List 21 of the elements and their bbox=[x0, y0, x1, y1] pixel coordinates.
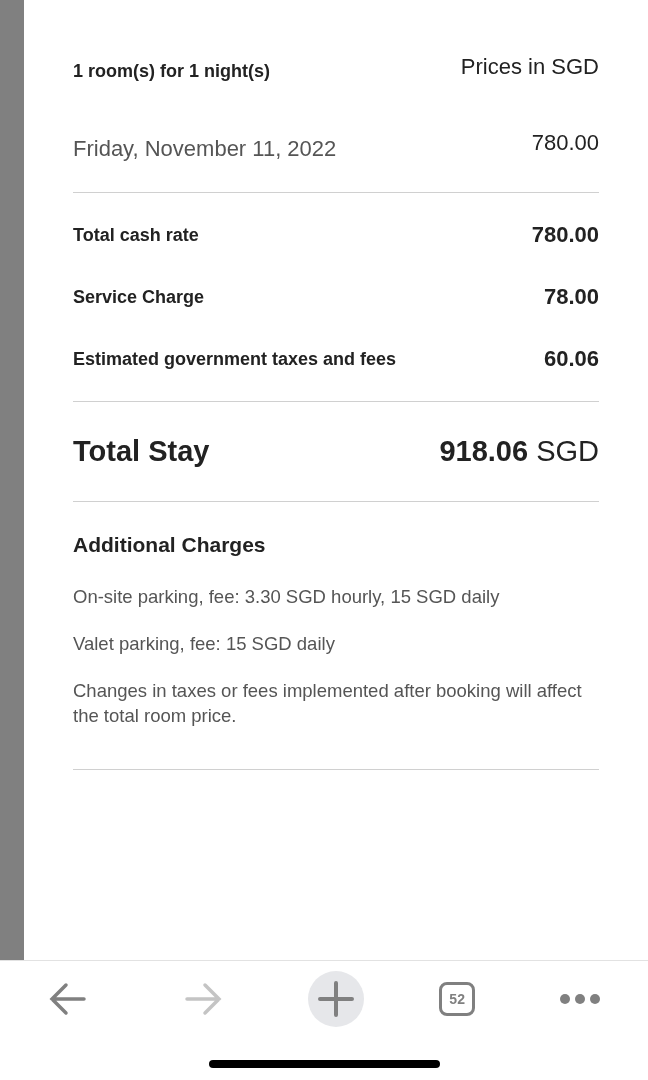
additional-charge-text: Changes in taxes or fees implemented after booking will affect the total room price. bbox=[73, 679, 583, 728]
tab-count-button[interactable]: 52 bbox=[439, 982, 476, 1016]
night-amount: 780.00 bbox=[531, 130, 599, 156]
charge-amount: 780.00 bbox=[531, 222, 599, 248]
charge-label: Estimated government taxes and fees bbox=[73, 348, 397, 370]
currency-note: Prices in SGD bbox=[460, 54, 599, 80]
charge-amount: 78.00 bbox=[543, 284, 599, 310]
total-stay-amount: 918.06 SGD bbox=[439, 435, 599, 468]
more-icon bbox=[559, 993, 602, 1005]
plus-icon bbox=[317, 981, 354, 1017]
night-date: Friday, November 11, 2022 bbox=[73, 136, 337, 162]
charge-label: Service Charge bbox=[73, 286, 205, 308]
rooms-nights-label: 1 room(s) for 1 night(s) bbox=[73, 60, 270, 82]
charge-label: Total cash rate bbox=[73, 224, 199, 246]
total-stay-label: Total Stay bbox=[73, 435, 210, 468]
additional-charge-text: Valet parking, fee: 15 SGD daily bbox=[73, 632, 336, 656]
additional-charges-heading: Additional Charges bbox=[73, 533, 266, 556]
left-arrow-icon bbox=[47, 981, 88, 1017]
additional-charge-text: On-site parking, fee: 3.30 SGD hourly, 15 SGD daily bbox=[73, 585, 501, 609]
charge-amount: 60.06 bbox=[543, 346, 599, 372]
right-arrow-icon bbox=[182, 981, 223, 1017]
